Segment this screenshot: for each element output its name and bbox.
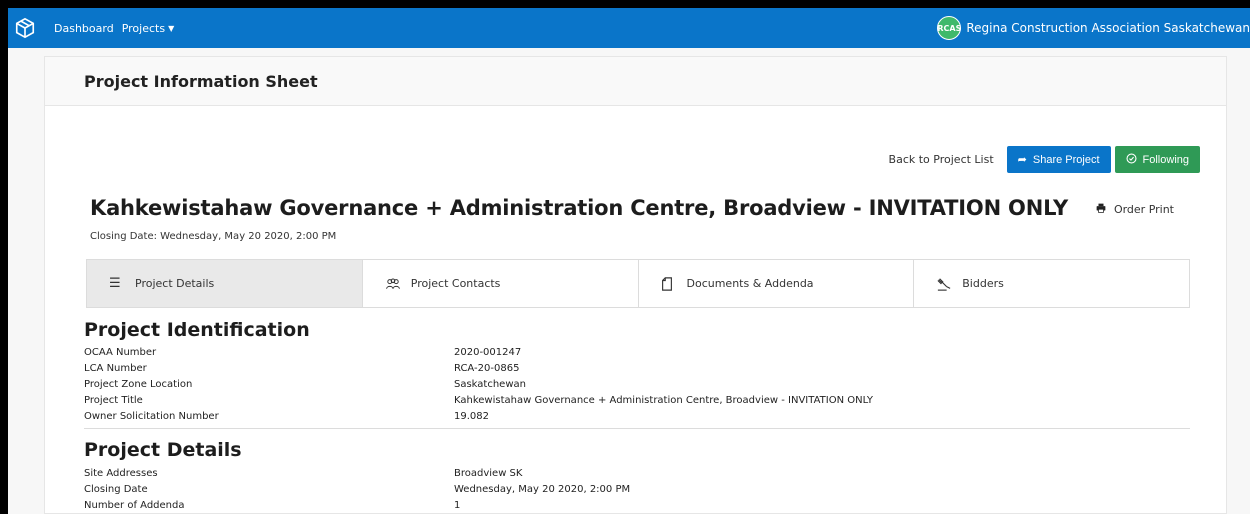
project-card: Project Information Sheet Back to Projec…: [44, 56, 1227, 514]
nav-dashboard[interactable]: Dashboard: [54, 22, 114, 35]
box-logo-icon: [15, 17, 35, 39]
tab-documents-addenda[interactable]: Documents & Addenda: [639, 260, 915, 307]
caret-down-icon: ▼: [168, 23, 175, 33]
people-icon: [385, 277, 411, 291]
tab-label: Bidders: [962, 277, 1004, 290]
order-print-label: Order Print: [1113, 203, 1174, 216]
back-to-project-list-link[interactable]: Back to Project List: [889, 153, 994, 166]
field-value: RCA-20-0865: [454, 363, 520, 374]
user-menu[interactable]: RCAS Regina Construction Association Sas…: [937, 16, 1250, 40]
document-icon: [661, 276, 687, 291]
field-label: LCA Number: [84, 363, 147, 374]
closing-date: Closing Date: Wednesday, May 20 2020, 2:…: [90, 231, 337, 242]
share-arrow-icon: ➦: [1017, 154, 1027, 166]
project-actions: Back to Project List ➦ Share Project Fol…: [889, 146, 1200, 173]
field-value: Wednesday, May 20 2020, 2:00 PM: [454, 484, 631, 495]
list-item: LCA Number RCA-20-0865: [84, 363, 1190, 379]
field-value: Saskatchewan: [454, 379, 526, 390]
org-name: Regina Construction Association Saskatch…: [966, 21, 1250, 35]
field-value: Kahkewistahaw Governance + Administratio…: [454, 395, 873, 406]
list-item: OCAA Number 2020-001247: [84, 347, 1190, 363]
top-navbar: Dashboard Projects ▼ RCAS Regina Constru…: [8, 8, 1250, 48]
list-item: Number of Addenda 1: [84, 500, 1190, 514]
field-value: Broadview SK: [454, 468, 523, 479]
list-item: Site Addresses Broadview SK: [84, 468, 1190, 484]
following-button[interactable]: Following: [1114, 146, 1200, 173]
identification-list: OCAA Number 2020-001247 LCA Number RCA-20-…: [84, 347, 1190, 427]
field-label: Project Title: [84, 395, 143, 406]
tab-label: Project Details: [135, 277, 215, 290]
project-tabs: ☰ Project Details Project Contacts Docum…: [86, 259, 1190, 308]
field-value: 1: [454, 500, 461, 511]
tab-project-contacts[interactable]: Project Contacts: [363, 260, 639, 307]
field-label: Project Zone Location: [84, 379, 193, 390]
list-item: Project Zone Location Saskatchewan: [84, 379, 1190, 395]
list-item: Project Title Kahkewistahaw Governance + …: [84, 395, 1190, 411]
field-value: 19.082: [454, 411, 489, 422]
check-circle-icon: [1126, 152, 1137, 167]
tab-project-details[interactable]: ☰ Project Details: [87, 260, 363, 307]
list-item: Closing Date Wednesday, May 20 2020, 2:00…: [84, 484, 1190, 500]
field-label: Owner Solicitation Number: [84, 411, 219, 422]
printer-icon: [1096, 203, 1110, 216]
card-header: Project Information Sheet: [45, 57, 1226, 106]
field-label: Closing Date: [84, 484, 148, 495]
nav-projects-dropdown[interactable]: Projects ▼: [122, 22, 175, 35]
field-label: OCAA Number: [84, 347, 157, 358]
following-label: Following: [1142, 153, 1189, 166]
tab-label: Documents & Addenda: [686, 277, 814, 290]
window-frame-top: [0, 0, 1250, 8]
field-value: 2020-001247: [454, 347, 522, 358]
field-label: Number of Addenda: [84, 500, 185, 511]
nav-projects-label: Projects: [121, 21, 166, 35]
list-icon: ☰: [109, 276, 121, 291]
section-title-details: Project Details: [84, 439, 242, 461]
page-title: Project Information Sheet: [84, 71, 318, 91]
share-project-label: Share Project: [1032, 153, 1100, 166]
brand-logo[interactable]: [8, 8, 42, 48]
section-title-identification: Project Identification: [84, 319, 310, 341]
avatar: RCAS: [937, 16, 962, 40]
project-title: Kahkewistahaw Governance + Administratio…: [90, 196, 1068, 220]
page-content: Project Information Sheet Back to Projec…: [8, 48, 1250, 514]
section-divider: [84, 428, 1190, 429]
field-label: Site Addresses: [84, 468, 158, 479]
gavel-icon: [936, 277, 962, 291]
details-list: Site Addresses Broadview SK Closing Date W…: [84, 468, 1190, 514]
tab-label: Project Contacts: [410, 277, 501, 290]
share-project-button[interactable]: ➦ Share Project: [1006, 146, 1111, 173]
list-item: Owner Solicitation Number 19.082: [84, 411, 1190, 427]
order-print-link[interactable]: Order Print: [1096, 203, 1174, 216]
tab-bidders[interactable]: Bidders: [914, 260, 1189, 307]
window-frame-left: [0, 0, 8, 514]
